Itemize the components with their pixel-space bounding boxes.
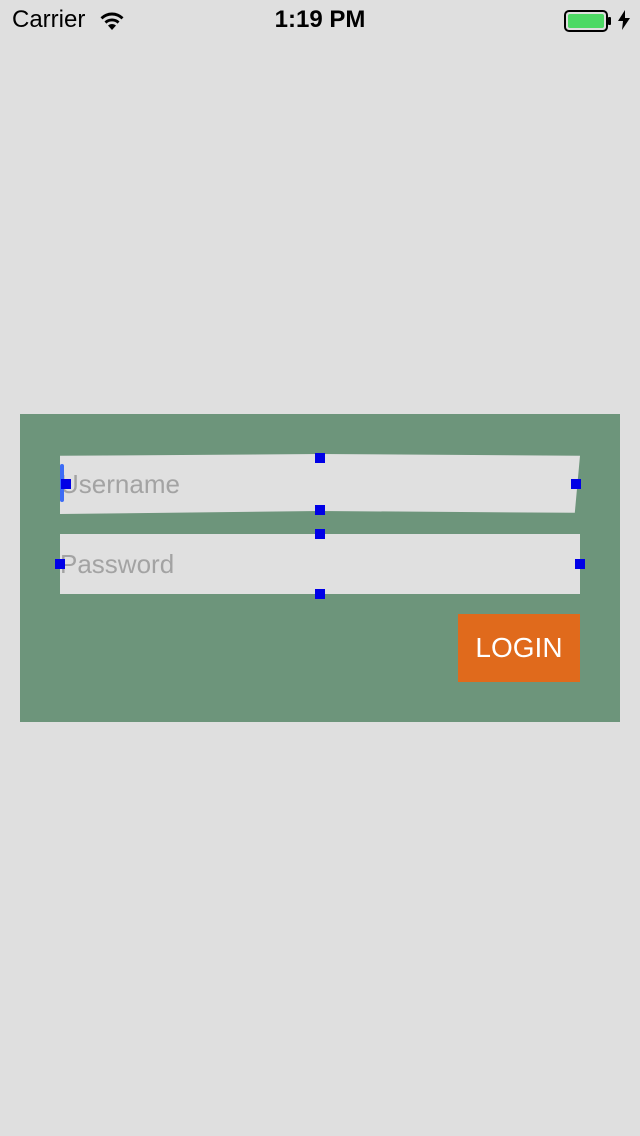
password-input[interactable]: [60, 534, 580, 594]
battery-icon: [564, 10, 611, 32]
password-handle-bottom[interactable]: [315, 589, 325, 599]
password-handle-right[interactable]: [575, 559, 585, 569]
login-panel: LOGIN: [20, 414, 620, 722]
bolt-icon: [618, 10, 630, 30]
login-button[interactable]: LOGIN: [458, 614, 580, 682]
username-handle-left[interactable]: [61, 479, 71, 489]
status-bar: Carrier 1:19 PM: [0, 0, 640, 40]
password-handle-left[interactable]: [55, 559, 65, 569]
username-handle-top[interactable]: [315, 453, 325, 463]
username-handle-bottom[interactable]: [315, 505, 325, 515]
username-handle-right[interactable]: [571, 479, 581, 489]
clock: 1:19 PM: [274, 6, 366, 33]
password-handle-top[interactable]: [315, 529, 325, 539]
password-field[interactable]: [60, 534, 580, 594]
